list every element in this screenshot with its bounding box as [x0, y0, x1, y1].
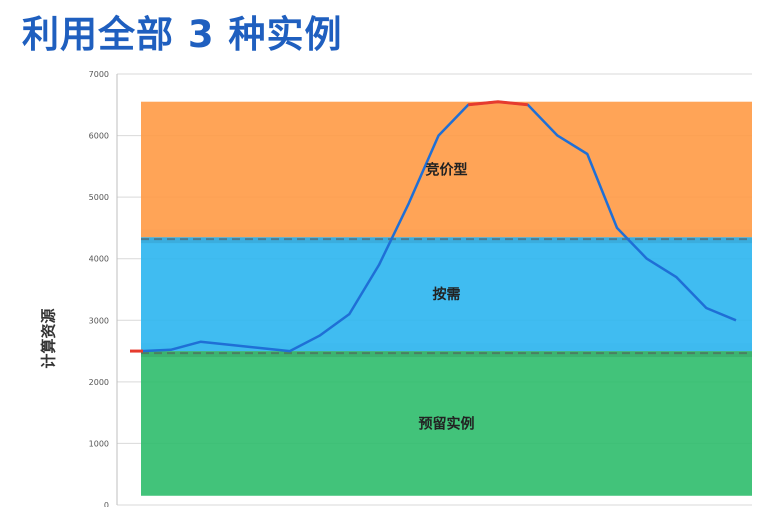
y-tick-label: 6000 [89, 132, 109, 141]
band-label: 按需 [433, 286, 461, 303]
y-tick-label: 3000 [89, 316, 109, 325]
band-label: 预留实例 [419, 415, 475, 432]
y-tick-label: 4000 [89, 255, 109, 264]
y-tick-label: 5000 [89, 193, 109, 202]
band-label: 竞价型 [426, 161, 468, 178]
y-tick-label: 1000 [89, 439, 109, 448]
y-tick-label: 0 [104, 501, 109, 507]
compute-resource-chart: 预留实例 按需 竞价型 0 1000 2000 3000 4000 5000 6000 7000 [89, 70, 752, 507]
y-tick-label: 7000 [89, 70, 109, 79]
y-axis: 0 1000 2000 3000 4000 5000 6000 7000 [89, 70, 118, 507]
y-tick-label: 2000 [89, 378, 109, 387]
